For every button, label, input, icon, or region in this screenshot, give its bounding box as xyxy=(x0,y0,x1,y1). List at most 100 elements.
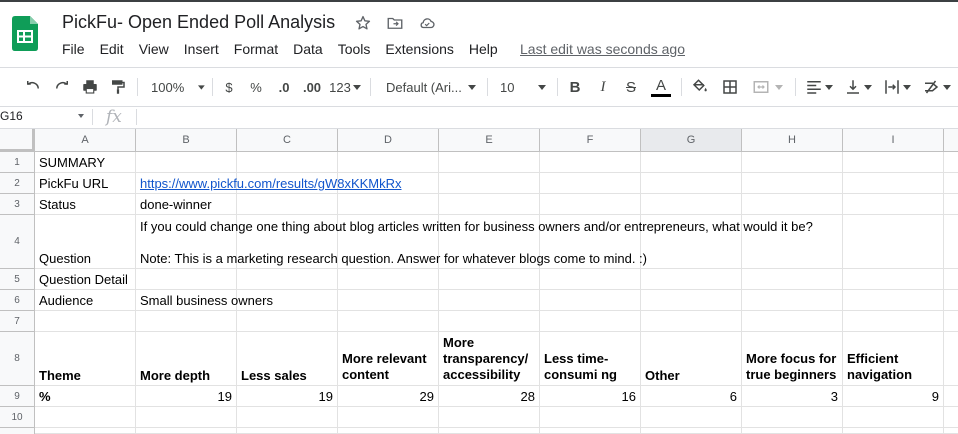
column-header-a[interactable]: A xyxy=(35,129,136,152)
cell-b6[interactable]: Small business owners xyxy=(136,290,273,311)
cell-a8-theme-header[interactable]: Theme xyxy=(35,332,136,386)
document-title[interactable]: PickFu- Open Ended Poll Analysis xyxy=(62,12,335,33)
font-size-select[interactable]: 10 xyxy=(495,76,551,98)
name-box-chevron-down-icon[interactable] xyxy=(78,114,84,118)
cell-a3[interactable]: Status xyxy=(35,194,136,215)
select-all-corner[interactable] xyxy=(0,129,35,152)
row-header-5[interactable]: 5 xyxy=(0,269,35,290)
row-header-3[interactable]: 3 xyxy=(0,194,35,215)
undo-icon[interactable] xyxy=(22,76,44,98)
cell-h8[interactable]: More focus for true beginners xyxy=(742,332,843,386)
formula-input[interactable] xyxy=(140,106,958,128)
column-header-partial[interactable] xyxy=(944,129,958,152)
cell-g9[interactable]: 6 xyxy=(641,386,742,407)
name-box[interactable]: G16 xyxy=(0,109,23,123)
row-header-2[interactable]: 2 xyxy=(0,173,35,194)
font-family-select[interactable]: Default (Ari... xyxy=(380,76,478,98)
menu-view[interactable]: View xyxy=(139,41,169,57)
column-header-i[interactable]: I xyxy=(843,129,944,152)
column-header-e[interactable]: E xyxy=(439,129,540,152)
more-formats-button[interactable]: 123 xyxy=(328,76,362,98)
decrease-decimal-label: .0 xyxy=(278,79,290,95)
currency-format-button[interactable]: $ xyxy=(219,76,239,98)
cell-b4[interactable]: If you could change one thing about blog… xyxy=(136,215,813,269)
cell-b3[interactable]: done-winner xyxy=(136,194,237,215)
column-header-f[interactable]: F xyxy=(540,129,641,152)
menu-extensions[interactable]: Extensions xyxy=(385,41,453,57)
cell-e9[interactable]: 28 xyxy=(439,386,540,407)
cell-a9[interactable]: % xyxy=(35,386,136,407)
column-header-h[interactable]: H xyxy=(742,129,843,152)
column-header-g[interactable]: G xyxy=(641,129,742,152)
column-header-b[interactable]: B xyxy=(136,129,237,152)
menu-edit[interactable]: Edit xyxy=(100,41,124,57)
cell-a6[interactable]: Audience xyxy=(35,290,136,311)
cell-a4[interactable]: Question xyxy=(35,215,136,269)
row-header-8[interactable]: 8 xyxy=(0,332,35,386)
paint-format-icon[interactable] xyxy=(107,76,129,98)
cell-e8[interactable]: More transparency/ accessibility xyxy=(439,332,540,386)
bold-button[interactable]: B xyxy=(565,76,585,98)
increase-decimal-button[interactable]: .00 xyxy=(299,76,325,98)
star-icon[interactable] xyxy=(354,14,372,32)
move-folder-icon[interactable] xyxy=(386,14,404,32)
cell-b8[interactable]: More depth xyxy=(136,332,237,386)
menu-tools[interactable]: Tools xyxy=(338,41,371,57)
menu-help[interactable]: Help xyxy=(469,41,498,57)
text-color-button[interactable]: A xyxy=(649,76,673,98)
vertical-align-icon[interactable] xyxy=(842,76,874,98)
cell-b2-link[interactable]: https://www.pickfu.com/results/gW8xKKMkR… xyxy=(136,173,402,194)
text-color-swatch xyxy=(651,93,671,97)
borders-icon[interactable] xyxy=(719,76,741,98)
zoom-value: 100% xyxy=(151,79,185,95)
cell-g8[interactable]: Other xyxy=(641,332,742,386)
row-header-9[interactable]: 9 xyxy=(0,386,35,407)
row-header-10[interactable]: 10 xyxy=(0,407,35,428)
cell-a1[interactable]: SUMMARY xyxy=(35,152,136,173)
text-wrapping-icon[interactable] xyxy=(880,76,914,98)
decrease-decimal-button[interactable]: .0 xyxy=(272,76,296,98)
menu-file[interactable]: File xyxy=(62,41,85,57)
menu-format[interactable]: Format xyxy=(234,41,278,57)
text-rotation-icon[interactable] xyxy=(918,76,954,98)
cell-h9[interactable]: 3 xyxy=(742,386,843,407)
print-icon[interactable] xyxy=(79,76,101,98)
cell-f8[interactable]: Less time-consumi ng xyxy=(540,332,641,386)
fill-color-icon[interactable] xyxy=(689,76,711,98)
toolbar-divider xyxy=(487,78,488,96)
column-header-c[interactable]: C xyxy=(237,129,338,152)
cell-d9[interactable]: 29 xyxy=(338,386,439,407)
cell-a2[interactable]: PickFu URL xyxy=(35,173,136,194)
row-header-4[interactable]: 4 xyxy=(0,215,35,269)
row-header-1[interactable]: 1 xyxy=(0,152,35,173)
strikethrough-button[interactable]: S xyxy=(621,76,641,98)
menu-data[interactable]: Data xyxy=(293,41,323,57)
cell-i8[interactable]: Efficient navigation xyxy=(843,332,944,386)
merge-cells-icon[interactable] xyxy=(747,76,787,98)
cell-f9[interactable]: 16 xyxy=(540,386,641,407)
cell-i9[interactable]: 9 xyxy=(843,386,944,407)
chevron-down-icon xyxy=(775,84,783,90)
cell-d8[interactable]: More relevant content xyxy=(338,332,439,386)
chevron-down-icon xyxy=(538,84,547,90)
percent-format-button[interactable]: % xyxy=(246,76,266,98)
cell-c9[interactable]: 19 xyxy=(237,386,338,407)
cloud-saved-icon[interactable] xyxy=(418,14,436,32)
last-edit-link[interactable]: Last edit was seconds ago xyxy=(520,41,685,57)
row-header-6[interactable]: 6 xyxy=(0,290,35,311)
toolbar-divider xyxy=(795,78,796,96)
row-header-7[interactable]: 7 xyxy=(0,311,35,332)
column-header-d[interactable]: D xyxy=(338,129,439,152)
redo-icon[interactable] xyxy=(51,76,73,98)
row-header-partial[interactable] xyxy=(0,428,35,434)
cell-b9[interactable]: 19 xyxy=(136,386,237,407)
zoom-select[interactable]: 100% xyxy=(145,76,205,98)
font-family-value: Default (Ari... xyxy=(386,79,462,95)
menu-insert[interactable]: Insert xyxy=(184,41,219,57)
horizontal-align-icon[interactable] xyxy=(803,76,835,98)
sheets-logo-icon[interactable] xyxy=(12,16,38,51)
italic-button[interactable]: I xyxy=(593,76,613,98)
cell-c8[interactable]: Less sales xyxy=(237,332,338,386)
cell-a5[interactable]: Question Detail xyxy=(35,269,136,290)
fx-icon: fx xyxy=(106,107,122,127)
